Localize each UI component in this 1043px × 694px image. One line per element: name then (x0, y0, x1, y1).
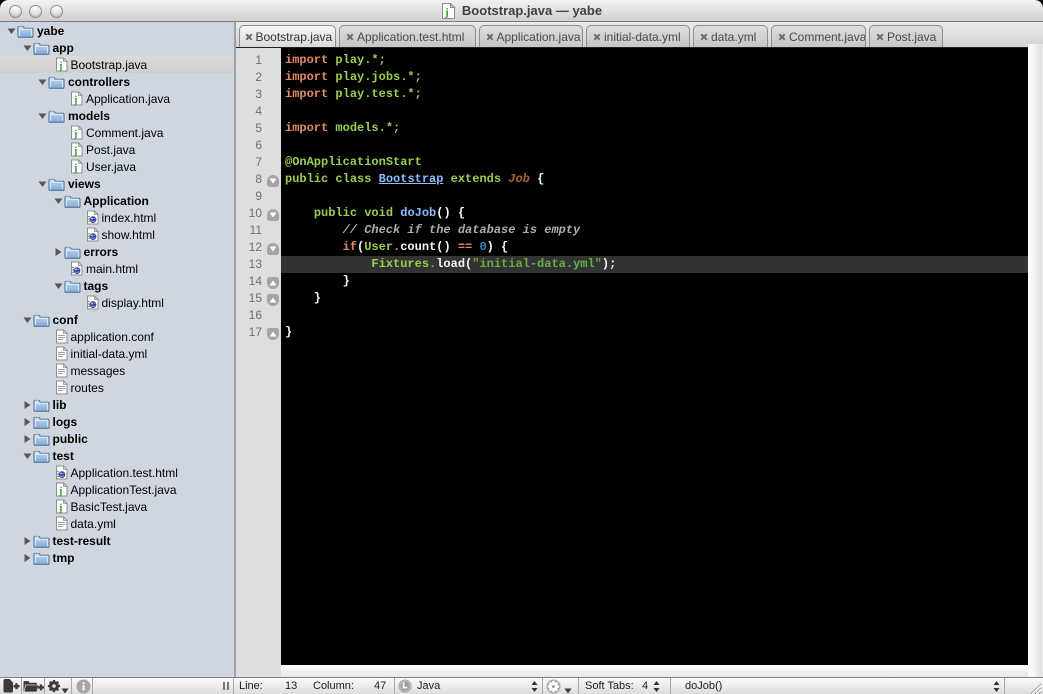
svg-text:j: j (58, 61, 62, 72)
svg-text:j: j (58, 486, 62, 497)
svg-text:j: j (73, 129, 77, 140)
svg-text:j: j (73, 95, 77, 106)
svg-text:j: j (58, 503, 62, 514)
svg-text:j: j (444, 7, 449, 19)
svg-text:j: j (73, 163, 77, 174)
svg-text:j: j (73, 146, 77, 157)
